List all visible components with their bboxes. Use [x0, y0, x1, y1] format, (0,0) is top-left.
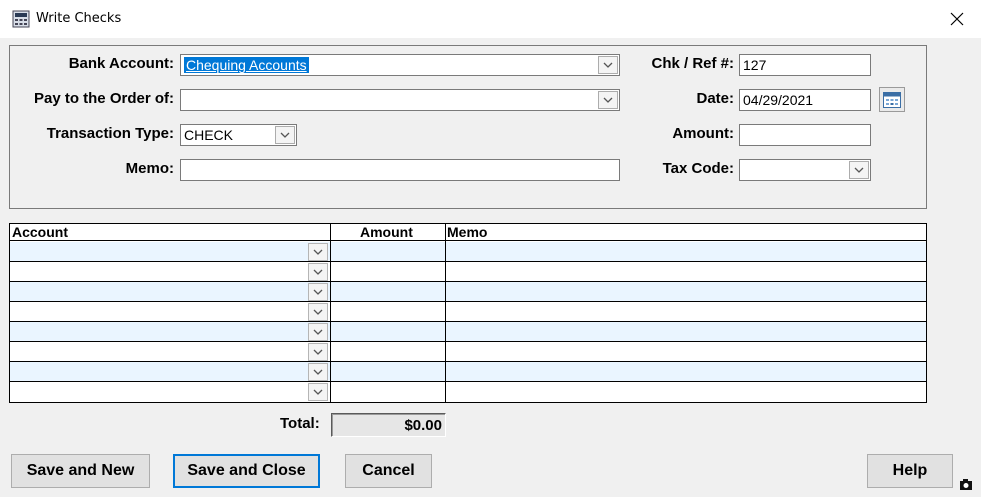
table-row [10, 302, 926, 322]
memo-cell[interactable] [446, 382, 926, 401]
memo-label: Memo: [125, 160, 174, 177]
account-cell[interactable] [10, 362, 330, 381]
column-divider [330, 224, 331, 402]
column-header-account: Account [12, 224, 68, 240]
pay-to-label: Pay to the Order of: [33, 90, 174, 107]
memo-cell[interactable] [446, 302, 926, 321]
account-cell[interactable] [10, 302, 330, 321]
account-cell[interactable] [10, 242, 330, 261]
account-cell[interactable] [10, 282, 330, 301]
amount-cell[interactable] [331, 382, 445, 401]
table-row [10, 382, 926, 402]
table-row [10, 262, 926, 282]
title-bar: Write Checks [0, 0, 981, 38]
save-and-close-label: Save and Close [187, 462, 306, 479]
account-dropdown-button[interactable] [308, 263, 328, 281]
account-dropdown-button[interactable] [308, 303, 328, 321]
cancel-button[interactable]: Cancel [345, 454, 432, 488]
account-dropdown-button[interactable] [308, 243, 328, 261]
column-header-amount: Amount [360, 224, 413, 240]
table-row [10, 322, 926, 342]
table-row [10, 362, 926, 382]
transaction-type-label: Transaction Type: [46, 125, 174, 142]
window-title: Write Checks [36, 11, 122, 26]
pay-to-select[interactable] [180, 89, 620, 111]
account-dropdown-button[interactable] [308, 363, 328, 381]
save-and-new-button[interactable]: Save and New [11, 454, 150, 488]
table-row [10, 242, 926, 262]
chk-ref-label: Chk / Ref #: [651, 55, 734, 72]
split-grid: Account Amount Memo [9, 223, 927, 403]
total-value: $0.00 [331, 413, 446, 437]
transaction-type-dropdown-button[interactable] [275, 126, 295, 144]
memo-cell[interactable] [446, 262, 926, 281]
account-cell[interactable] [10, 342, 330, 361]
bank-account-value: Chequing Accounts [184, 57, 309, 73]
amount-cell[interactable] [331, 362, 445, 381]
account-cell[interactable] [10, 322, 330, 341]
amount-cell[interactable] [331, 302, 445, 321]
camera-icon[interactable] [959, 478, 973, 494]
account-cell[interactable] [10, 262, 330, 281]
amount-cell[interactable] [331, 322, 445, 341]
column-header-memo: Memo [447, 224, 488, 240]
date-picker-button[interactable] [879, 87, 905, 112]
account-cell[interactable] [10, 382, 330, 401]
amount-cell[interactable] [331, 242, 445, 261]
help-label: Help [892, 462, 928, 479]
calculator-icon [12, 10, 30, 31]
save-and-close-button[interactable]: Save and Close [173, 454, 320, 488]
grid-header: Account Amount Memo [10, 224, 926, 241]
account-dropdown-button[interactable] [308, 283, 328, 301]
account-dropdown-button[interactable] [308, 323, 328, 341]
column-divider [445, 224, 446, 402]
bank-account-label: Bank Account: [68, 55, 174, 72]
amount-cell[interactable] [331, 282, 445, 301]
amount-cell[interactable] [331, 342, 445, 361]
save-and-new-label: Save and New [26, 462, 135, 479]
memo-input[interactable] [180, 159, 620, 181]
table-row [10, 342, 926, 362]
table-row [10, 282, 926, 302]
tax-code-dropdown-button[interactable] [849, 161, 869, 179]
amount-input[interactable] [739, 124, 871, 146]
date-input[interactable]: 04/29/2021 [739, 89, 871, 111]
account-dropdown-button[interactable] [308, 343, 328, 361]
memo-cell[interactable] [446, 322, 926, 341]
chk-ref-input[interactable]: 127 [739, 54, 871, 76]
memo-cell[interactable] [446, 242, 926, 261]
bank-account-select[interactable]: Chequing Accounts [180, 54, 620, 76]
tax-code-label: Tax Code: [662, 160, 734, 177]
close-icon[interactable] [950, 12, 964, 29]
total-label: Total: [280, 415, 320, 432]
help-button[interactable]: Help [867, 454, 953, 488]
account-dropdown-button[interactable] [308, 383, 328, 401]
amount-cell[interactable] [331, 262, 445, 281]
cancel-label: Cancel [362, 462, 415, 479]
memo-cell[interactable] [446, 362, 926, 381]
date-label: Date: [696, 90, 734, 107]
memo-cell[interactable] [446, 282, 926, 301]
amount-label: Amount: [672, 125, 734, 142]
memo-cell[interactable] [446, 342, 926, 361]
check-header-panel: Bank Account: Chequing Accounts Pay to t… [9, 45, 927, 209]
